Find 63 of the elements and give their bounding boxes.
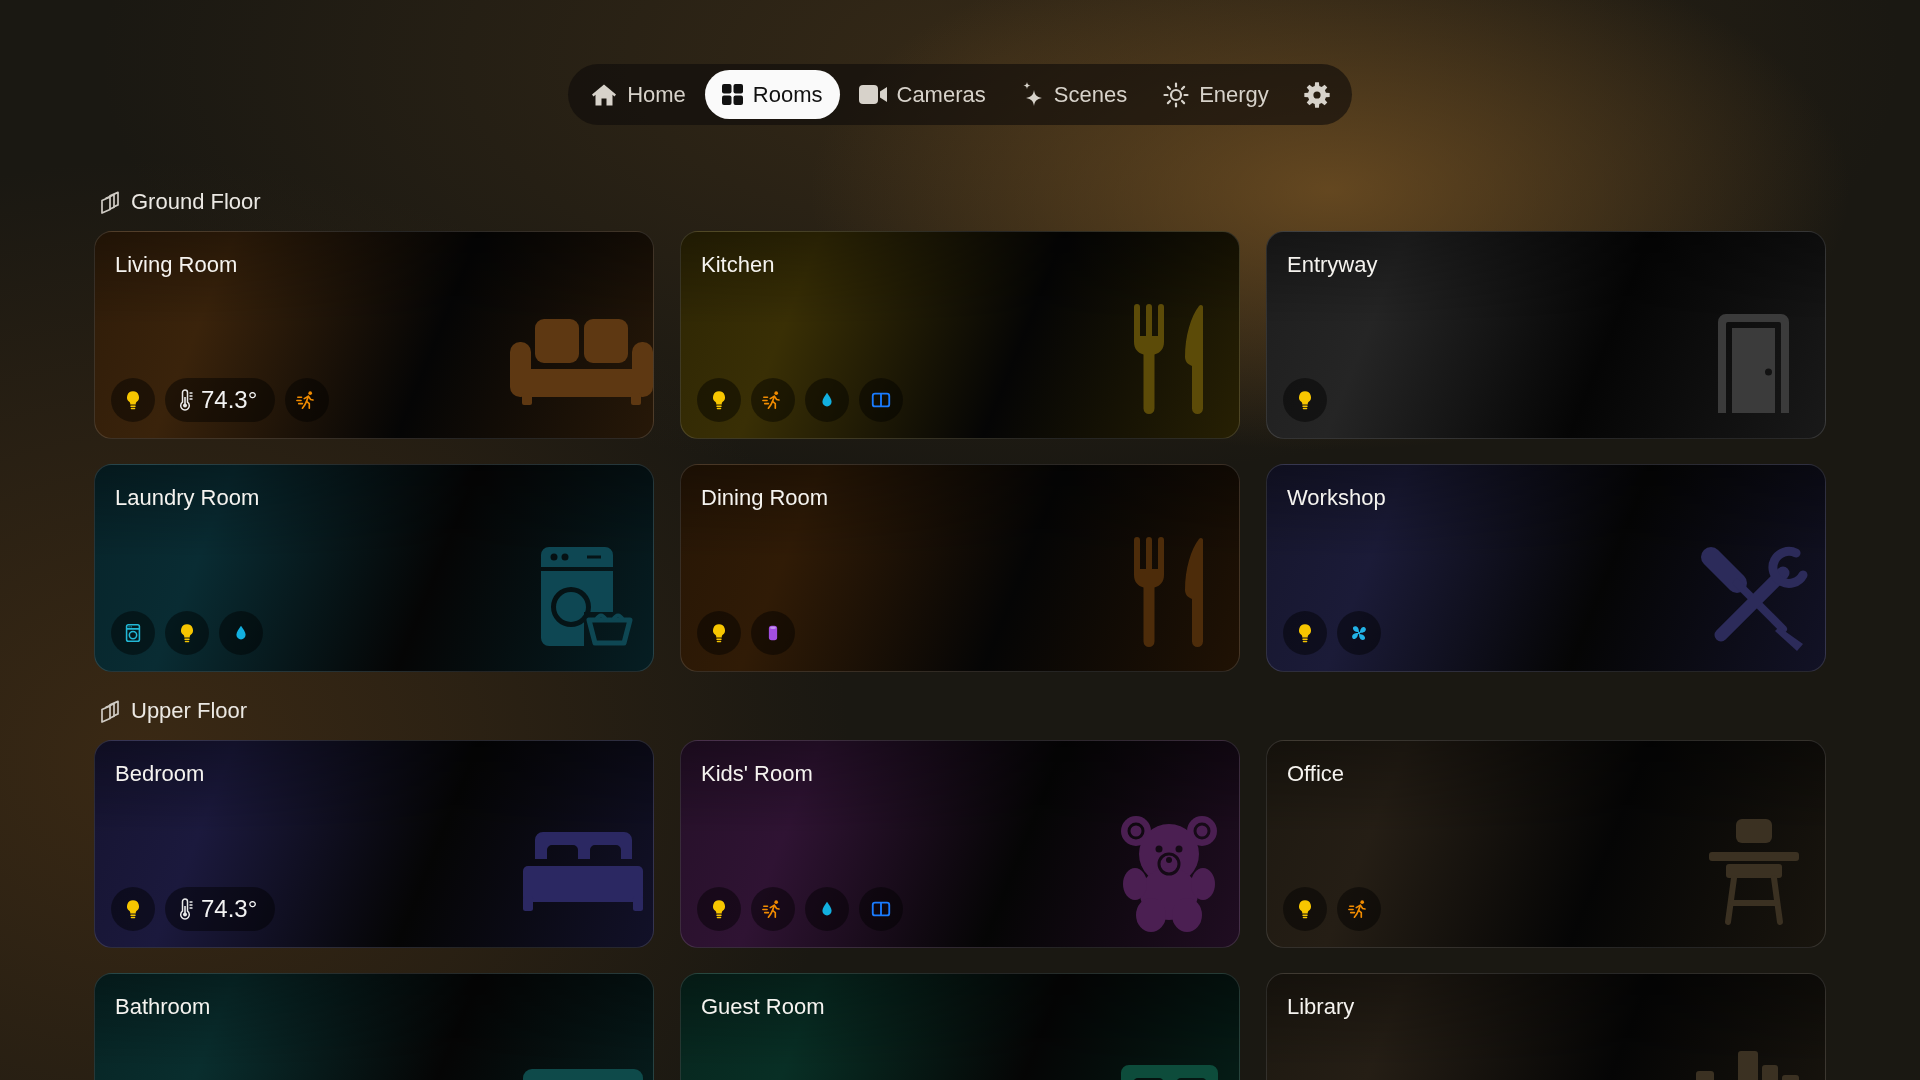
room-card[interactable]: Kitchen bbox=[680, 231, 1240, 439]
light-bulb-icon bbox=[697, 887, 741, 931]
room-name: Workshop bbox=[1287, 485, 1386, 511]
temperature-reading: 74.3° bbox=[201, 386, 258, 414]
room-name: Guest Room bbox=[701, 994, 825, 1020]
room-name: Bathroom bbox=[115, 994, 211, 1020]
room-card[interactable]: Entryway bbox=[1266, 231, 1826, 439]
room-name: Kids' Room bbox=[701, 761, 813, 787]
room-card[interactable]: Bedroom 74.3° bbox=[94, 740, 654, 948]
room-card[interactable]: Bathroom bbox=[94, 973, 654, 1080]
floor-title: Upper Floor bbox=[131, 698, 248, 724]
water-drop-icon bbox=[219, 611, 263, 655]
water-drop-icon bbox=[805, 887, 849, 931]
running-person-icon bbox=[285, 378, 330, 422]
room-card[interactable]: Guest Room bbox=[680, 973, 1240, 1080]
house-icon bbox=[591, 82, 618, 107]
light-bulb-icon bbox=[1283, 887, 1327, 931]
room-card[interactable]: Office bbox=[1266, 740, 1826, 948]
light-bulb-icon bbox=[111, 887, 155, 931]
room-name: Living Room bbox=[115, 252, 238, 278]
room-name: Kitchen bbox=[701, 252, 775, 278]
room-card[interactable]: Laundry Room bbox=[94, 464, 654, 672]
nav-tab[interactable]: Home bbox=[574, 70, 703, 119]
room-name: Bedroom bbox=[115, 761, 205, 787]
light-bulb-icon bbox=[697, 611, 741, 655]
light-bulb-icon bbox=[111, 378, 155, 422]
light-bulb-icon bbox=[165, 611, 209, 655]
room-card[interactable]: Workshop bbox=[1266, 464, 1826, 672]
thermometer-icon bbox=[179, 898, 193, 920]
floor-title: Ground Floor bbox=[131, 189, 261, 215]
nav-tab[interactable]: Rooms bbox=[704, 70, 840, 119]
running-person-icon bbox=[751, 887, 795, 931]
water-drop-icon bbox=[805, 378, 849, 422]
room-name: Office bbox=[1287, 761, 1345, 787]
room-card[interactable]: Living Room 74.3° bbox=[94, 231, 654, 439]
nav-tab[interactable]: Cameras bbox=[841, 70, 1003, 119]
window-icon bbox=[859, 378, 903, 422]
layers-icon bbox=[100, 699, 122, 723]
nav-tab[interactable]: Scenes bbox=[1004, 70, 1145, 119]
running-person-icon bbox=[751, 378, 795, 422]
room-name: Library bbox=[1287, 994, 1355, 1020]
nav-tab[interactable]: Energy bbox=[1146, 70, 1286, 119]
sun-icon bbox=[1163, 81, 1190, 108]
video-camera-icon bbox=[858, 85, 887, 104]
washing-machine-icon bbox=[111, 611, 155, 655]
thermometer-icon bbox=[179, 389, 193, 411]
grid-icon bbox=[721, 84, 743, 105]
room-card[interactable]: Dining Room bbox=[680, 464, 1240, 672]
temperature-reading: 74.3° bbox=[201, 895, 258, 923]
layers-icon bbox=[100, 190, 122, 214]
window-icon bbox=[859, 887, 903, 931]
cylinder-icon bbox=[751, 611, 795, 655]
light-bulb-icon bbox=[697, 378, 741, 422]
room-card[interactable]: Kids' Room bbox=[680, 740, 1240, 948]
light-bulb-icon bbox=[1283, 378, 1327, 422]
settings-icon bbox=[1303, 81, 1330, 108]
fan-icon bbox=[1337, 611, 1381, 655]
light-bulb-icon bbox=[1283, 611, 1327, 655]
room-card[interactable]: Library bbox=[1266, 973, 1826, 1080]
running-person-icon bbox=[1337, 887, 1381, 931]
room-name: Dining Room bbox=[701, 485, 829, 511]
room-name: Laundry Room bbox=[115, 485, 260, 511]
room-name: Entryway bbox=[1287, 252, 1378, 278]
